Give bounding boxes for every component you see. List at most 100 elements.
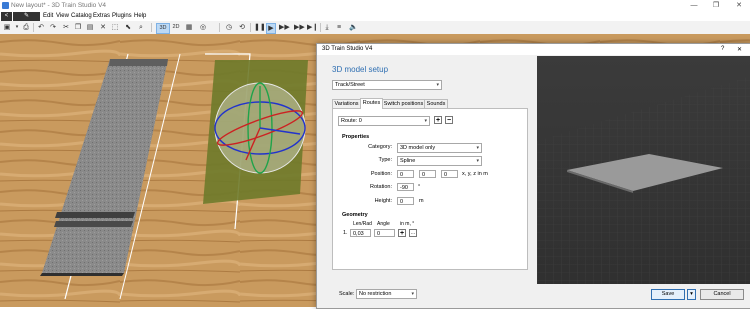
height-input[interactable]: 0 xyxy=(397,197,414,205)
tab-switch-positions[interactable]: Switch positions xyxy=(382,99,425,108)
window-titlebar: New layout* - 3D Train Studio V4 — ❐ ✕ xyxy=(0,0,750,12)
chevron-down-icon: ▾ xyxy=(436,82,439,88)
len-rad-input[interactable]: 0,03 xyxy=(350,229,371,237)
position-unit: x, y, z in m xyxy=(462,171,488,177)
model-setup-dialog: 3D Train Studio V4 ? ✕ 3D model setup Tr… xyxy=(316,43,750,309)
preview-svg xyxy=(537,56,750,293)
grid-icon[interactable]: ▦ xyxy=(185,23,193,32)
edit-mode-button[interactable]: ✎ xyxy=(13,12,40,21)
select-icon[interactable]: ⬚ xyxy=(111,23,119,32)
type-select[interactable]: Spline ▾ xyxy=(397,156,482,166)
view-3d-button[interactable]: 3D xyxy=(156,23,170,34)
back-button[interactable]: < xyxy=(1,12,12,21)
more-options-button[interactable]: ... xyxy=(409,229,417,237)
menu-help[interactable]: Help xyxy=(134,13,146,19)
scale-label: Scale: xyxy=(339,291,355,297)
chevron-down-icon: ▾ xyxy=(476,145,479,151)
route-value: Route: 0 xyxy=(341,118,362,124)
list-icon[interactable]: ≡ xyxy=(335,23,343,32)
tab-variations[interactable]: Variations xyxy=(332,99,361,108)
col-len-rad: Len/Rad xyxy=(353,221,372,227)
paste-icon[interactable]: ▤ xyxy=(86,23,94,32)
view-2d-button[interactable]: 2D xyxy=(171,23,181,32)
dialog-heading: 3D model setup xyxy=(332,65,389,74)
add-segment-button[interactable]: + xyxy=(398,229,406,237)
chevron-down-icon: ▾ xyxy=(411,291,414,297)
rotate-icon[interactable]: ⟲ xyxy=(238,23,246,32)
route-select[interactable]: Route: 0 ▾ xyxy=(338,116,430,126)
minimize-button[interactable]: — xyxy=(686,1,702,10)
chevron-down-icon: ▾ xyxy=(424,118,427,124)
model-preview[interactable] xyxy=(537,56,750,293)
dialog-titlebar: 3D Train Studio V4 ? ✕ xyxy=(317,44,750,55)
close-button[interactable]: ✕ xyxy=(731,1,747,10)
rotation-gizmo[interactable] xyxy=(214,82,306,174)
chevron-down-icon: ▾ xyxy=(476,158,479,164)
geometry-row-index: 1. xyxy=(343,230,348,236)
dropdown-icon[interactable]: ▾ xyxy=(13,23,21,32)
menu-edit[interactable]: Edit xyxy=(43,13,53,19)
type-value: Spline xyxy=(400,158,416,164)
delete-icon[interactable]: ✕ xyxy=(99,23,107,32)
camera-icon[interactable]: ◎ xyxy=(199,23,207,32)
angle-input[interactable]: 0 xyxy=(374,229,395,237)
rotation-input[interactable]: -90 xyxy=(397,183,414,191)
cut-icon[interactable]: ✂ xyxy=(62,23,70,32)
remove-route-button[interactable]: − xyxy=(445,116,453,124)
cancel-button[interactable]: Cancel xyxy=(700,289,744,300)
help-button[interactable]: ? xyxy=(721,46,724,52)
save-dropdown-button[interactable]: ▾ xyxy=(687,289,696,300)
properties-heading: Properties xyxy=(342,134,370,140)
toolbar: ▣ ▾ ⎙ ↶ ↷ ✂ ❐ ▤ ✕ ⬚ ⬉ ⌕ 3D 2D ▦ ◎ ◷ ⟲ ❚❚… xyxy=(0,21,750,35)
dialog-footer: Scale: No restriction ▾ Save ▾ Cancel xyxy=(317,284,750,308)
scale-value: No restriction xyxy=(359,291,392,297)
col-unit: in m, ° xyxy=(400,221,415,227)
app-icon xyxy=(2,2,9,9)
col-angle: Angle xyxy=(377,221,390,227)
play-icon[interactable]: ▶ xyxy=(266,23,276,34)
category-value: 3D model only xyxy=(400,145,436,151)
undo-icon[interactable]: ↶ xyxy=(37,23,45,32)
clock-icon[interactable]: ◷ xyxy=(225,23,233,32)
save-button[interactable]: Save xyxy=(651,289,685,300)
redo-icon[interactable]: ↷ xyxy=(49,23,57,32)
menu-catalog[interactable]: Catalog xyxy=(71,13,92,19)
type-label: Type: xyxy=(378,157,392,163)
dialog-close-button[interactable]: ✕ xyxy=(737,46,742,53)
routes-panel: Route: 0 ▾ + − Properties Category: 3D m… xyxy=(332,108,528,270)
position-x-input[interactable]: 0 xyxy=(397,170,414,178)
rotation-unit: ° xyxy=(418,184,421,190)
tab-routes[interactable]: Routes xyxy=(360,98,383,109)
menu-plugins[interactable]: Plugins xyxy=(112,13,132,19)
height-unit: m xyxy=(419,198,424,204)
print-icon[interactable]: ⎙ xyxy=(22,23,30,32)
menu-bar: < ✎ Edit View Catalog Extras Plugins Hel… xyxy=(0,12,750,21)
tab-sounds[interactable]: Sounds xyxy=(424,99,448,108)
position-z-input[interactable]: 0 xyxy=(441,170,458,178)
scale-select[interactable]: No restriction ▾ xyxy=(356,289,417,299)
add-route-button[interactable]: + xyxy=(434,116,442,124)
position-y-input[interactable]: 0 xyxy=(419,170,436,178)
skip-forward-icon[interactable]: ▶❙ xyxy=(307,23,318,32)
pause-icon[interactable]: ❚❚ xyxy=(254,23,266,32)
save-icon[interactable]: ▣ xyxy=(3,23,11,32)
download-icon[interactable]: ⤓ xyxy=(323,23,331,32)
menu-view[interactable]: View xyxy=(56,13,69,19)
move-icon[interactable]: ⬉ xyxy=(124,23,132,32)
height-label: Height: xyxy=(374,198,392,204)
faster-forward-icon[interactable]: ▶▶ xyxy=(294,23,305,32)
dialog-title: 3D Train Studio V4 xyxy=(322,46,373,52)
model-type-value: Track/Street xyxy=(335,82,365,88)
zoom-icon[interactable]: ⌕ xyxy=(137,23,145,32)
fast-forward-icon[interactable]: ▶▶ xyxy=(279,23,290,32)
model-type-select[interactable]: Track/Street ▾ xyxy=(332,80,442,90)
copy-icon[interactable]: ❐ xyxy=(74,23,82,32)
maximize-button[interactable]: ❐ xyxy=(708,1,724,10)
sound-icon[interactable]: 🔈 xyxy=(349,23,358,32)
menu-extras[interactable]: Extras xyxy=(93,13,110,19)
rotation-label: Rotation: xyxy=(369,184,392,190)
category-label: Category: xyxy=(368,144,392,150)
window-title: New layout* - 3D Train Studio V4 xyxy=(11,2,107,9)
category-select[interactable]: 3D model only ▾ xyxy=(397,143,482,153)
geometry-heading: Geometry xyxy=(342,212,368,218)
